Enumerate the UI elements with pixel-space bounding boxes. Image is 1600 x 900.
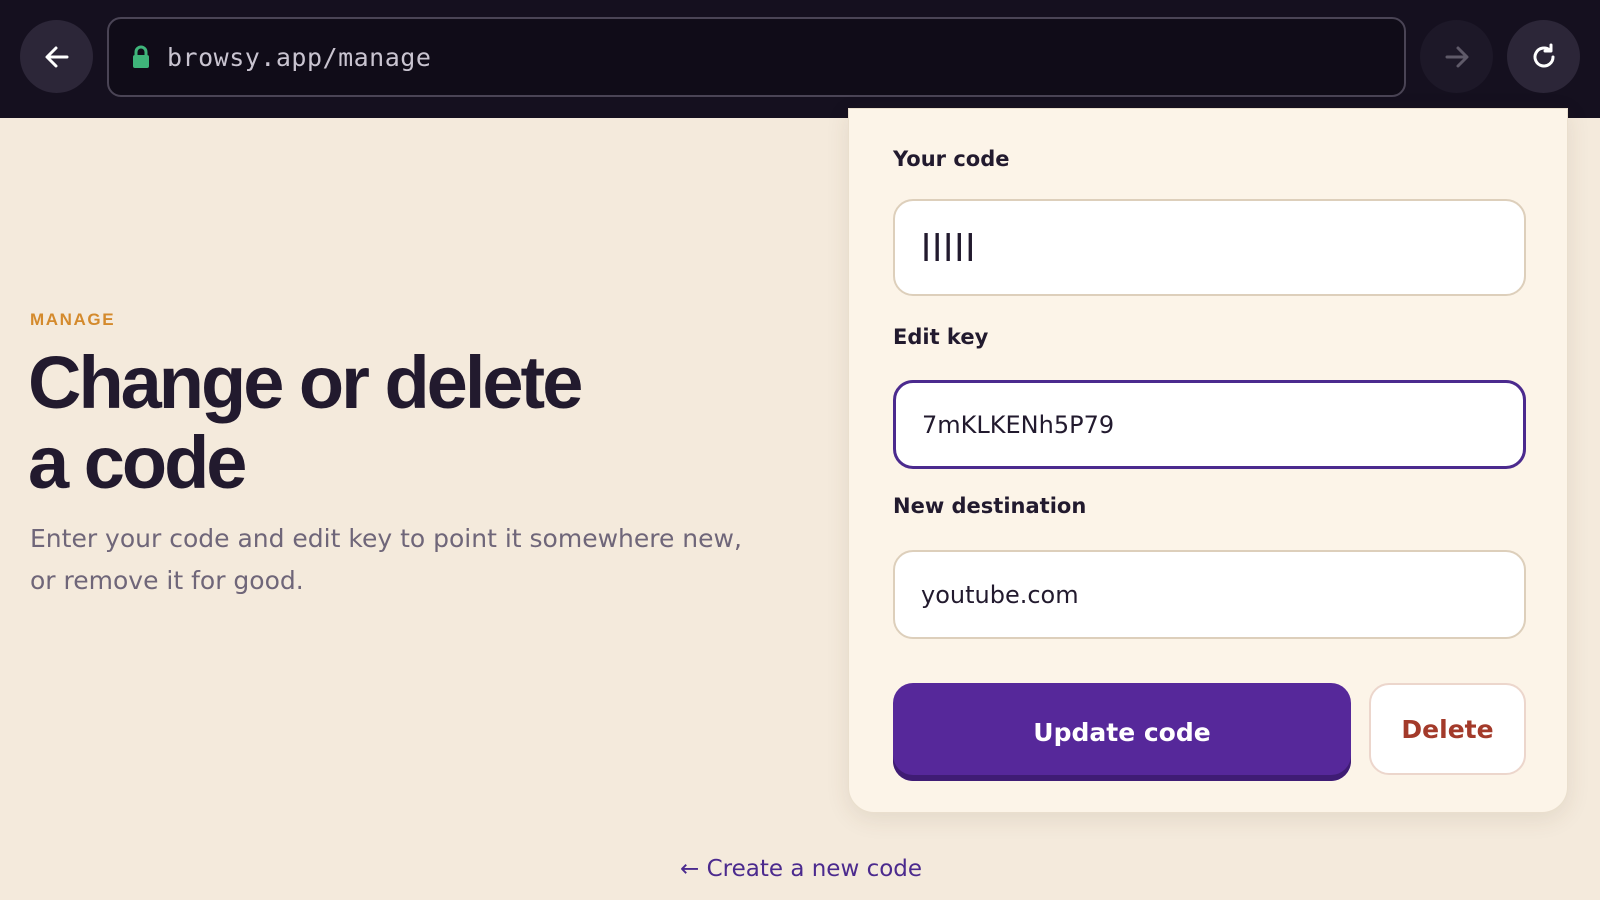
url-text: browsy.app/manage <box>167 42 432 72</box>
delete-button[interactable]: Delete <box>1369 683 1526 775</box>
page-title-line-1: Change or delete <box>28 341 583 424</box>
destination-label: New destination <box>893 494 1087 518</box>
address-bar[interactable]: browsy.app/manage <box>107 17 1406 97</box>
page-title-line-2: a code <box>28 421 247 504</box>
section-eyebrow: MANAGE <box>30 310 116 329</box>
back-button[interactable] <box>20 20 93 93</box>
destination-input[interactable] <box>893 550 1526 639</box>
edit-key-input[interactable] <box>893 380 1526 469</box>
arrow-left-icon <box>45 46 68 67</box>
browser-chrome: browsy.app/manage <box>0 0 1600 118</box>
page-description: Enter your code and edit key to point it… <box>30 524 742 595</box>
reload-button[interactable] <box>1507 20 1580 93</box>
arrow-right-icon <box>1445 46 1468 67</box>
update-code-button[interactable]: Update code <box>893 683 1351 781</box>
code-label: Your code <box>893 147 1010 171</box>
create-new-code-link[interactable]: ← Create a new code <box>680 856 922 882</box>
edit-key-label: Edit key <box>893 325 989 349</box>
reload-icon <box>1533 43 1554 67</box>
manage-page: MANAGE Change or delete a code Enter you… <box>0 108 1600 900</box>
code-input[interactable] <box>893 199 1526 296</box>
lock-icon <box>131 45 153 69</box>
manage-form-card: Your code Edit key New destination Updat… <box>848 108 1568 813</box>
forward-button[interactable] <box>1420 20 1493 93</box>
page-title: Change or delete a code <box>28 343 748 503</box>
